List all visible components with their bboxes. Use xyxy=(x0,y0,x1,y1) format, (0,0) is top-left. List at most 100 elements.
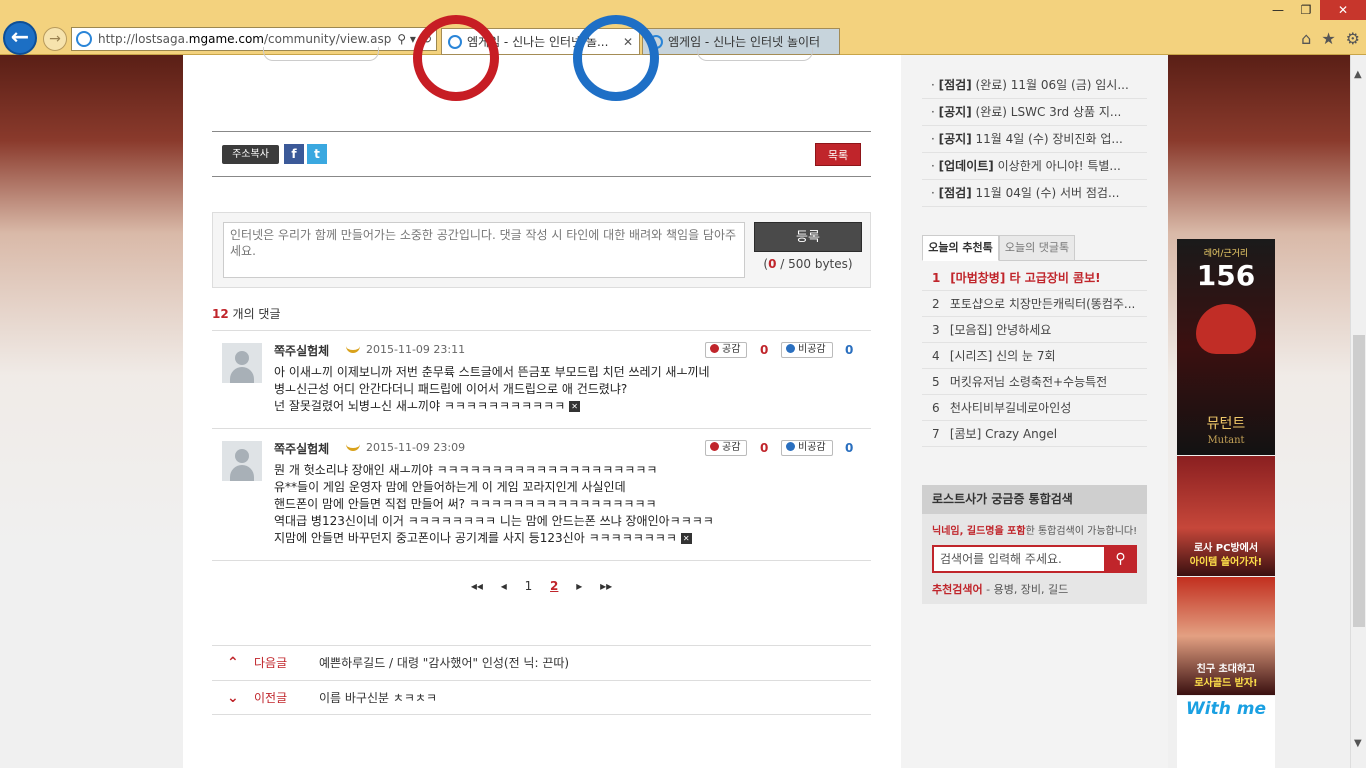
byte-counter: (0 / 500 bytes) xyxy=(763,257,853,271)
first-page-icon[interactable]: ◂◂ xyxy=(471,579,483,593)
like-icon xyxy=(710,344,719,353)
dislike-button[interactable]: 비공감 xyxy=(781,440,833,456)
comment-body: 아 이새ㅗ끼 이제보니까 저번 춘무륙 스트글에서 뜬금포 부모드립 치던 쓰레… xyxy=(274,365,710,413)
like-button[interactable]: 공감 xyxy=(705,440,748,456)
dislike-icon xyxy=(786,344,795,353)
main-content: 주소복사 f t 목록 인터넷은 우리가 함께 만들어가는 소중한 공간입니다.… xyxy=(183,15,901,768)
submit-comment-button[interactable]: 등록 xyxy=(754,222,862,252)
integrated-search: 로스트사가 궁금증 통합검색 닉네임, 길드명을 포함한 통합검색이 가능합니다… xyxy=(922,485,1147,604)
rank-item[interactable]: 3 [모음집] 안녕하세요 xyxy=(922,317,1147,343)
divider xyxy=(212,560,871,561)
last-page-icon[interactable]: ▸▸ xyxy=(600,579,612,593)
notice-item[interactable]: · [점검] 11월 04일 (수) 서버 점검... xyxy=(922,180,1147,207)
comment-textarea[interactable]: 인터넷은 우리가 함께 만들어가는 소중한 공간입니다. 댓글 작성 시 타인에… xyxy=(223,222,745,278)
vote-emblem-blue[interactable] xyxy=(573,15,659,101)
forward-icon[interactable]: → xyxy=(43,27,67,51)
dislike-button[interactable]: 비공감 xyxy=(781,342,833,358)
rank-item[interactable]: 7 [콤보] Crazy Angel xyxy=(922,421,1147,447)
page-link[interactable]: 1 xyxy=(525,579,533,593)
rank-list: 1 [마법창병] 타 고급장비 콤보! 2 포토샵으로 치장만든캐릭터(똥컴주.… xyxy=(922,265,1147,447)
rank-icon xyxy=(346,442,360,451)
tab-comments[interactable]: 오늘의 댓글톡 xyxy=(999,235,1075,261)
back-icon[interactable]: ← xyxy=(3,21,37,55)
pagination: ◂◂ ◂ 1 2 ▸ ▸▸ xyxy=(212,579,871,593)
tab-recommend[interactable]: 오늘의 추천톡 xyxy=(922,235,999,261)
like-count: 0 xyxy=(760,343,769,357)
next-page-icon[interactable]: ▸ xyxy=(576,579,582,593)
prev-post-title[interactable]: 이름 바구신분 ㅊㅋㅊㅋ xyxy=(319,681,437,715)
next-post-title[interactable]: 예쁜하루길드 / 대령 "감사했어" 인성(전 닉: 끈따) xyxy=(319,646,569,680)
divider xyxy=(212,176,871,177)
vote-emblem-red[interactable] xyxy=(413,15,499,101)
ad-pc-bang[interactable]: 로사 PC방에서 아이템 쓸어가자! xyxy=(1177,456,1275,576)
ad-mutant[interactable]: 레어/근거리 156 뮤턴트 Mutant xyxy=(1177,239,1275,455)
comment-count: 12 개의 댓글 xyxy=(212,307,281,321)
notice-list: · [점검] (완료) 11월 06일 (금) 임시... · [공지] (완료… xyxy=(922,72,1147,207)
rank-item[interactable]: 5 머킷유저님 소령축전+수능특전 xyxy=(922,369,1147,395)
ie-icon xyxy=(76,31,92,47)
rank-item[interactable]: 4 [시리즈] 신의 눈 7회 xyxy=(922,343,1147,369)
notice-item[interactable]: · [공지] 11월 4일 (수) 장비진화 업... xyxy=(922,126,1147,153)
dislike-count: 0 xyxy=(845,441,854,455)
notice-item[interactable]: · [공지] (완료) LSWC 3rd 상품 지... xyxy=(922,99,1147,126)
next-post-link[interactable]: ⌃ 다음글 예쁜하루길드 / 대령 "감사했어" 인성(전 닉: 끈따) xyxy=(212,645,871,680)
comment-form: 인터넷은 우리가 함께 만들어가는 소중한 공간입니다. 댓글 작성 시 타인에… xyxy=(212,212,871,288)
comment-date: 2015-11-09 23:09 xyxy=(366,441,466,454)
decor-pill xyxy=(263,47,379,61)
decor-pill xyxy=(697,47,813,61)
window-controls: — ❐ ✕ xyxy=(1264,0,1366,20)
search-desc: 닉네임, 길드명을 포함한 통합검색이 가능합니다! xyxy=(932,526,1138,537)
rank-icon xyxy=(346,344,360,353)
scroll-up-icon[interactable]: ▲ xyxy=(1354,69,1362,80)
scroll-thumb[interactable] xyxy=(1353,335,1365,627)
page-background-left xyxy=(0,55,183,768)
like-icon xyxy=(710,442,719,451)
window-close-icon[interactable]: ✕ xyxy=(1320,0,1366,20)
rank-item[interactable]: 6 천사티비부길네로아인성 xyxy=(922,395,1147,421)
prev-page-icon[interactable]: ◂ xyxy=(501,579,507,593)
comment-date: 2015-11-09 23:11 xyxy=(366,343,466,356)
page-current[interactable]: 2 xyxy=(550,579,558,593)
avatar xyxy=(222,441,262,481)
favorites-icon[interactable]: ★ xyxy=(1321,29,1335,48)
sidebar: · [점검] (완료) 11월 06일 (금) 임시... · [공지] (완료… xyxy=(901,55,1168,768)
rank-item[interactable]: 1 [마법창병] 타 고급장비 콤보! xyxy=(922,265,1147,291)
ad-banner[interactable]: 레어/근거리 156 뮤턴트 Mutant 로사 PC방에서 아이템 쓸어가자! … xyxy=(1177,239,1275,768)
next-post-label: 다음글 xyxy=(254,656,288,670)
like-count: 0 xyxy=(760,441,769,455)
avatar xyxy=(222,343,262,383)
ad-invite-friend[interactable]: 친구 초대하고 로사골드 받자! xyxy=(1177,577,1275,695)
gear-icon[interactable]: ⚙ xyxy=(1346,29,1360,48)
search-icon[interactable]: ⚲ xyxy=(1104,545,1137,573)
search-input[interactable]: 검색어를 입력해 주세요. xyxy=(932,545,1104,573)
comment-author[interactable]: 쪽주실험체 xyxy=(274,342,329,359)
rank-tabs: 오늘의 추천톡 오늘의 댓글톡 xyxy=(922,233,1147,261)
delete-icon[interactable]: ✕ xyxy=(569,401,581,412)
list-button[interactable]: 목록 xyxy=(815,143,861,166)
prev-post-link[interactable]: ⌄ 이전글 이름 바구신분 ㅊㅋㅊㅋ xyxy=(212,680,871,715)
comment-author[interactable]: 쪽주실험체 xyxy=(274,440,329,457)
url-text[interactable]: http://lostsaga.mgame.com/community/view… xyxy=(98,32,391,46)
comment-body: 뭔 개 헛소리냐 장애인 새ㅗ끼야 ㅋㅋㅋㅋㅋㅋㅋㅋㅋㅋㅋㅋㅋㅋㅋㅋㅋㅋㅋㅋ 유… xyxy=(274,463,714,545)
twitter-share-icon[interactable]: t xyxy=(307,144,327,164)
notice-item[interactable]: · [업데이트] 이상한게 아니야! 특별... xyxy=(922,153,1147,180)
copy-url-button[interactable]: 주소복사 xyxy=(222,145,279,164)
scroll-down-icon[interactable]: ▼ xyxy=(1354,738,1362,749)
home-icon[interactable]: ⌂ xyxy=(1301,29,1311,48)
like-button[interactable]: 공감 xyxy=(705,342,748,358)
delete-icon[interactable]: ✕ xyxy=(680,533,692,544)
recommended-search: 추천검색어 - 용병, 장비, 길드 xyxy=(932,583,1069,596)
comment-item: 쪽주실험체 2015-11-09 23:09 공감 0 비공감 0 뭔 개 헛소… xyxy=(212,428,871,560)
chevron-up-icon: ⌃ xyxy=(227,655,239,671)
browser-toolbar: ⌂ ★ ⚙ xyxy=(1301,29,1360,48)
notice-item[interactable]: · [점검] (완료) 11월 06일 (금) 임시... xyxy=(922,72,1147,99)
ad-with-me[interactable]: With me xyxy=(1177,696,1275,768)
search-dropdown-icon[interactable]: ⚲ ▾ xyxy=(397,32,416,46)
dislike-icon xyxy=(786,442,795,451)
minimize-icon[interactable]: — xyxy=(1264,0,1292,20)
page-scrollbar[interactable]: ▲ ▼ xyxy=(1350,55,1366,768)
facebook-share-icon[interactable]: f xyxy=(284,144,304,164)
restore-icon[interactable]: ❐ xyxy=(1292,0,1320,20)
address-bar[interactable]: http://lostsaga.mgame.com/community/view… xyxy=(71,27,437,51)
rank-item[interactable]: 2 포토샵으로 치장만든캐릭터(똥컴주... xyxy=(922,291,1147,317)
